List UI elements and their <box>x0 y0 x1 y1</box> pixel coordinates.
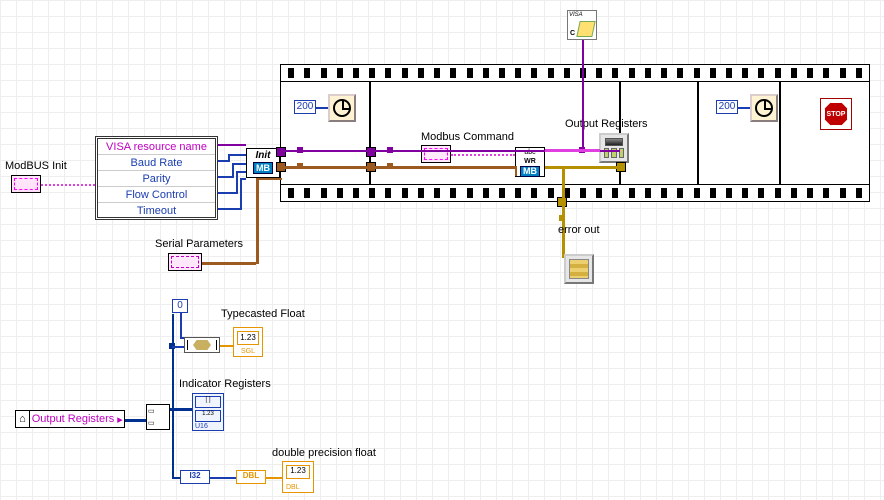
wire-error-to-f3 <box>545 166 620 169</box>
wire-visares-down <box>582 40 584 150</box>
visa-plug-icon <box>576 21 595 37</box>
modbus-command-control[interactable] <box>421 145 451 163</box>
indicator-registers-label: Indicator Registers <box>179 378 271 390</box>
stop-icon: STOP <box>824 102 848 126</box>
house-icon: ⌂ <box>16 411 30 427</box>
wire-err-down <box>562 166 565 258</box>
wire-visa-to-init <box>218 144 246 146</box>
wire-modbus-cluster <box>41 184 95 186</box>
visa-c-label: C <box>570 30 575 37</box>
error-out-label: error out <box>558 224 600 236</box>
error-out-indicator[interactable] <box>564 254 594 284</box>
wire-i32-to-dbl <box>210 477 236 479</box>
wire-flow-h <box>236 171 246 173</box>
double-precision-float-label: double precision float <box>272 447 376 459</box>
output-registers-label: Output Registers <box>565 118 648 130</box>
wire-into-typecast <box>172 346 184 348</box>
cluster-visa-name: VISA resource name <box>98 139 215 155</box>
const-200-frame4[interactable]: 200 <box>716 100 738 114</box>
wire-local-to-idx <box>125 419 146 422</box>
ir-arr-icon: [ ] <box>195 396 221 408</box>
wire-baud-h2 <box>228 154 246 156</box>
wire-timeout <box>218 208 240 210</box>
to-dbl-node[interactable]: DBL <box>236 470 266 484</box>
wire-to-i32 <box>172 477 180 479</box>
wire-parity <box>218 176 232 178</box>
wire-serial-v <box>256 178 259 264</box>
tf-value: 1.23 <box>237 331 259 345</box>
mbvi-mb: MB <box>520 166 540 177</box>
double-precision-float-indicator[interactable]: 1.23 DBL <box>282 461 314 493</box>
wire-tc-to-tf <box>220 345 233 347</box>
dpf-val: 1.23 <box>286 465 310 479</box>
cluster-baud-rate: Baud Rate <box>98 155 215 171</box>
wire-baud <box>218 160 228 162</box>
typecasted-float-indicator[interactable]: 1.23 SGL <box>233 327 263 357</box>
wire-flow <box>218 192 236 194</box>
node-visa-f2 <box>387 147 393 153</box>
wire-parity-h <box>232 163 246 165</box>
modbus-init-label: ModBUS Init <box>5 160 67 172</box>
mbvi-wr: WR <box>516 157 544 166</box>
wire-200-2 <box>738 107 750 109</box>
wire-dbl-to-ind <box>266 477 282 479</box>
wire-zero-down <box>180 313 182 337</box>
typecasted-float-label: Typecasted Float <box>221 308 305 320</box>
to-i32-node[interactable]: I32 <box>180 470 210 484</box>
output-registers-local[interactable]: ⌂ Output Registers ▸ <box>15 410 125 428</box>
wire-serial-h <box>202 262 256 265</box>
visa-resource-control[interactable]: C <box>567 10 597 40</box>
unbundle-cluster[interactable]: VISA resource name Baud Rate Parity Flow… <box>95 136 218 220</box>
wait-ms-1[interactable] <box>328 94 356 122</box>
modbus-init-terminal[interactable] <box>11 175 41 193</box>
cluster-parity: Parity <box>98 171 215 187</box>
node-err-f2 <box>387 163 393 169</box>
seq-frame-3 <box>620 82 698 184</box>
stop-vi[interactable]: STOP <box>820 98 852 130</box>
output-registers-indicator[interactable] <box>599 133 629 163</box>
wire-timeout-v <box>240 178 242 210</box>
init-mb-subvi[interactable]: Init MB <box>246 148 280 178</box>
cluster-flow-control: Flow Control <box>98 187 215 203</box>
dpf-type: DBL <box>286 484 300 491</box>
wire-serial-into-init <box>256 178 282 180</box>
tunnel-visa-in <box>276 147 286 157</box>
flat-sequence[interactable] <box>280 64 870 202</box>
wire-200-1 <box>316 107 328 109</box>
const-zero[interactable]: 0 <box>172 299 188 313</box>
wire-down-to-i32 <box>172 408 174 478</box>
wire-idx-up <box>172 314 174 408</box>
tf-type: SGL <box>237 348 259 355</box>
film-top <box>280 64 870 82</box>
node-err-split <box>559 215 565 221</box>
const-200-frame1[interactable]: 200 <box>294 100 316 114</box>
wire-timeout-h <box>240 178 246 180</box>
wire-flow-v <box>236 171 238 194</box>
local-var-arrow-icon: ▸ <box>116 413 124 426</box>
film-bot <box>280 184 870 202</box>
node-err-f1 <box>297 163 303 169</box>
wire-output-reg <box>545 149 600 152</box>
wait-ms-2[interactable] <box>750 94 778 122</box>
modbus-command-label: Modbus Command <box>421 131 514 143</box>
index-array-node[interactable]: ▭▭ <box>146 404 170 430</box>
init-mb-tag: MB <box>253 162 273 174</box>
node-visa-f1 <box>297 147 303 153</box>
serial-parameters-control[interactable] <box>168 253 202 271</box>
local-var-text: Output Registers <box>30 413 116 425</box>
wire-cmd-to-mbvi <box>451 154 515 156</box>
wire-parity-v <box>232 163 234 178</box>
serial-parameters-label: Serial Parameters <box>155 238 243 250</box>
typecast-node[interactable] <box>184 337 220 353</box>
init-label: Init <box>247 150 279 161</box>
cluster-timeout: Timeout <box>98 203 215 219</box>
wire-error-across1 <box>280 166 515 169</box>
indicator-registers-indicator[interactable]: [ ] 1.23 U16 <box>192 393 224 431</box>
wire-err-into-mbvi <box>515 166 517 176</box>
tunnel-visa-12 <box>366 147 376 157</box>
ir-val-icon: 1.23 <box>195 410 221 422</box>
ir-type: U16 <box>195 423 208 430</box>
